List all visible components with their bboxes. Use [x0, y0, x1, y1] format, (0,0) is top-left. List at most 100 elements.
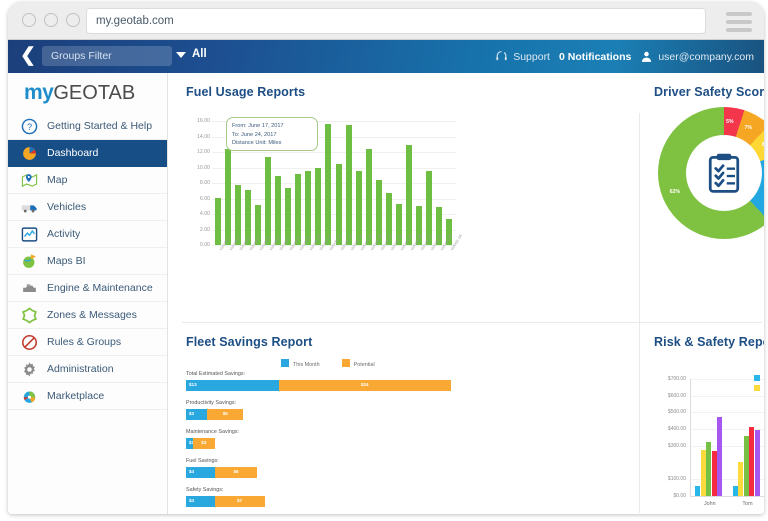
engine-icon — [21, 280, 38, 297]
user-menu[interactable]: user@company.com — [640, 50, 754, 63]
question-mark-icon: ? — [21, 118, 38, 135]
sidebar-item-label: Getting Started & Help — [47, 120, 153, 132]
fleet-bar-this-month[interactable]: $1 — [186, 437, 194, 449]
fleet-bar-this-month[interactable]: $4 — [186, 495, 215, 507]
fuel-tick-label: 14.00 — [197, 133, 210, 140]
donut-center — [686, 135, 762, 211]
sidebar-item-marketplace[interactable]: Marketplace — [8, 383, 167, 410]
risk-bars[interactable] — [691, 379, 764, 496]
fleet-bar-this-month[interactable]: $4 — [186, 466, 215, 478]
fuel-bar[interactable] — [215, 198, 222, 245]
legend-label-this-month: This Month — [293, 362, 320, 368]
fleet-bar-value: $3 — [201, 439, 207, 445]
fuel-bar[interactable] — [335, 163, 342, 245]
risk-bar[interactable] — [755, 430, 761, 496]
fleet-bar-value: $13 — [189, 381, 197, 387]
risk-bar[interactable] — [711, 450, 717, 496]
sidebar-item-maps-bi[interactable]: Maps BI — [8, 248, 167, 275]
fleet-bar-potential[interactable]: $3 — [193, 437, 215, 449]
risk-legend-item[interactable]: After-hours use — [754, 385, 764, 391]
legend-this-month: This Month — [281, 359, 320, 368]
risk-bar[interactable] — [700, 450, 706, 496]
window-controls[interactable] — [22, 13, 80, 27]
fuel-bar[interactable] — [405, 144, 412, 245]
sidebar-item-map[interactable]: Map — [8, 167, 167, 194]
sidebar-item-activity[interactable]: Activity — [8, 221, 167, 248]
sidebar-item-label: Dashboard — [47, 147, 99, 159]
scope-label[interactable]: All — [192, 48, 207, 60]
risk-bar[interactable] — [743, 435, 749, 496]
logo-my: my — [24, 81, 54, 104]
maximize-window-dot[interactable] — [66, 13, 80, 27]
sidebar-item-zones-messages[interactable]: Zones & Messages — [8, 302, 167, 329]
fleet-row-label: Maintenance Savings: — [186, 429, 240, 435]
scorecard-donut-chart[interactable]: 5%7%8%18%62% — [658, 107, 764, 239]
url-bar[interactable]: my.geotab.com — [86, 8, 706, 34]
chevron-down-icon[interactable] — [176, 52, 186, 58]
minimize-window-dot[interactable] — [44, 13, 58, 27]
annotation-to: To: June 24, 2017 — [232, 131, 277, 138]
fleet-row-label: Productivity Savings: — [186, 400, 237, 406]
risk-tick-label: $500.00 — [667, 409, 686, 416]
legend-label-potential: Potential — [353, 362, 375, 368]
risk-bar[interactable] — [706, 441, 712, 496]
fleet-bar-this-month[interactable]: $3 — [186, 408, 208, 420]
risk-bar[interactable] — [717, 417, 723, 496]
sidebar-item-label: Marketplace — [47, 390, 105, 402]
fuel-tick-label: 10.00 — [197, 164, 210, 171]
sidebar-item-vehicles[interactable]: Vehicles — [8, 194, 167, 221]
support-label: Support — [513, 50, 550, 63]
sidebar-item-administration[interactable]: Administration — [8, 356, 167, 383]
groups-filter-input[interactable]: Groups Filter — [42, 46, 172, 66]
sidebar-item-label: Zones & Messages — [47, 309, 137, 321]
geotab-logo: my GEOTAB — [8, 73, 167, 113]
sidebar-item-rules-groups[interactable]: Rules & Groups — [8, 329, 167, 356]
fuel-tick-label: 2.00 — [199, 226, 210, 233]
fuel-tick-label: 4.00 — [199, 211, 210, 217]
support-button[interactable]: Support — [495, 50, 550, 63]
sidebar-item-label: Map — [47, 174, 68, 186]
panel-fleet-savings: Fleet Savings Report This Month Potentia… — [186, 335, 476, 514]
fleet-row-bar[interactable]: $4 $7 — [186, 495, 476, 507]
fuel-bar[interactable] — [325, 123, 332, 245]
fleet-row-bar[interactable]: $4 $6 — [186, 466, 476, 478]
fuel-bar[interactable] — [265, 157, 272, 245]
sidebar-item-getting-started-help[interactable]: ? Getting Started & Help — [8, 113, 167, 140]
fuel-bar[interactable] — [345, 124, 352, 245]
risk-bar[interactable] — [695, 485, 700, 496]
fleet-row-bar[interactable]: $1 $3 — [186, 437, 476, 449]
fleet-row-bar[interactable]: $3 $5 — [186, 408, 476, 420]
fleet-row-label: Total Estimated Savings: — [186, 371, 246, 377]
donut-percent-label: 7% — [744, 125, 752, 132]
fleet-panel-title: Fleet Savings Report — [186, 335, 313, 349]
chevron-left-icon[interactable]: ❮ — [20, 46, 36, 66]
fleet-savings-row: Productivity Savings: $3 $5 — [186, 400, 476, 420]
fleet-bar-potential[interactable]: $5 — [207, 408, 244, 420]
fleet-bar-potential[interactable]: $7 — [214, 495, 265, 507]
fleet-row-bar[interactable]: $13 $24 — [186, 379, 476, 391]
annotation-from: From: June 17, 2017 — [232, 123, 284, 129]
fleet-bar-potential[interactable]: $6 — [214, 466, 258, 478]
fleet-bar-potential[interactable]: $24 — [278, 379, 451, 391]
hamburger-icon[interactable] — [726, 12, 752, 36]
sidebar-item-dashboard[interactable]: Dashboard — [8, 140, 167, 167]
sidebar-item-engine-maintenance[interactable]: Engine & Maintenance — [8, 275, 167, 302]
app-topbar: ❮ Groups Filter All Support 0 Notificati… — [8, 40, 764, 73]
zone-polygon-icon — [21, 306, 38, 324]
risk-x-label: Tom — [742, 501, 753, 507]
fleet-bar-this-month[interactable]: $13 — [186, 379, 279, 391]
risk-bar[interactable] — [749, 427, 755, 496]
fuel-bar[interactable] — [305, 171, 312, 245]
fuel-chart: 0.00 2.00 4.00 6.00 8.00 10.00 12.00 14.00 16.00… — [186, 107, 463, 277]
notifications-button[interactable]: 0 Notifications — [559, 51, 631, 63]
risk-bar[interactable] — [738, 461, 744, 496]
risk-bar[interactable] — [732, 485, 738, 496]
fleet-legend: This Month Potential — [281, 359, 375, 368]
sidebar-item-label: Activity — [47, 228, 81, 240]
dashboard-main: Fuel Usage Reports 0.00 2.00 4.00 6.00 8.00 1… — [168, 73, 764, 514]
fuel-bar[interactable] — [225, 148, 232, 245]
fuel-bar[interactable] — [365, 148, 372, 245]
gear-icon — [21, 361, 38, 378]
risk-legend-item[interactable]: Speeding — [754, 375, 764, 381]
close-window-dot[interactable] — [22, 13, 36, 27]
